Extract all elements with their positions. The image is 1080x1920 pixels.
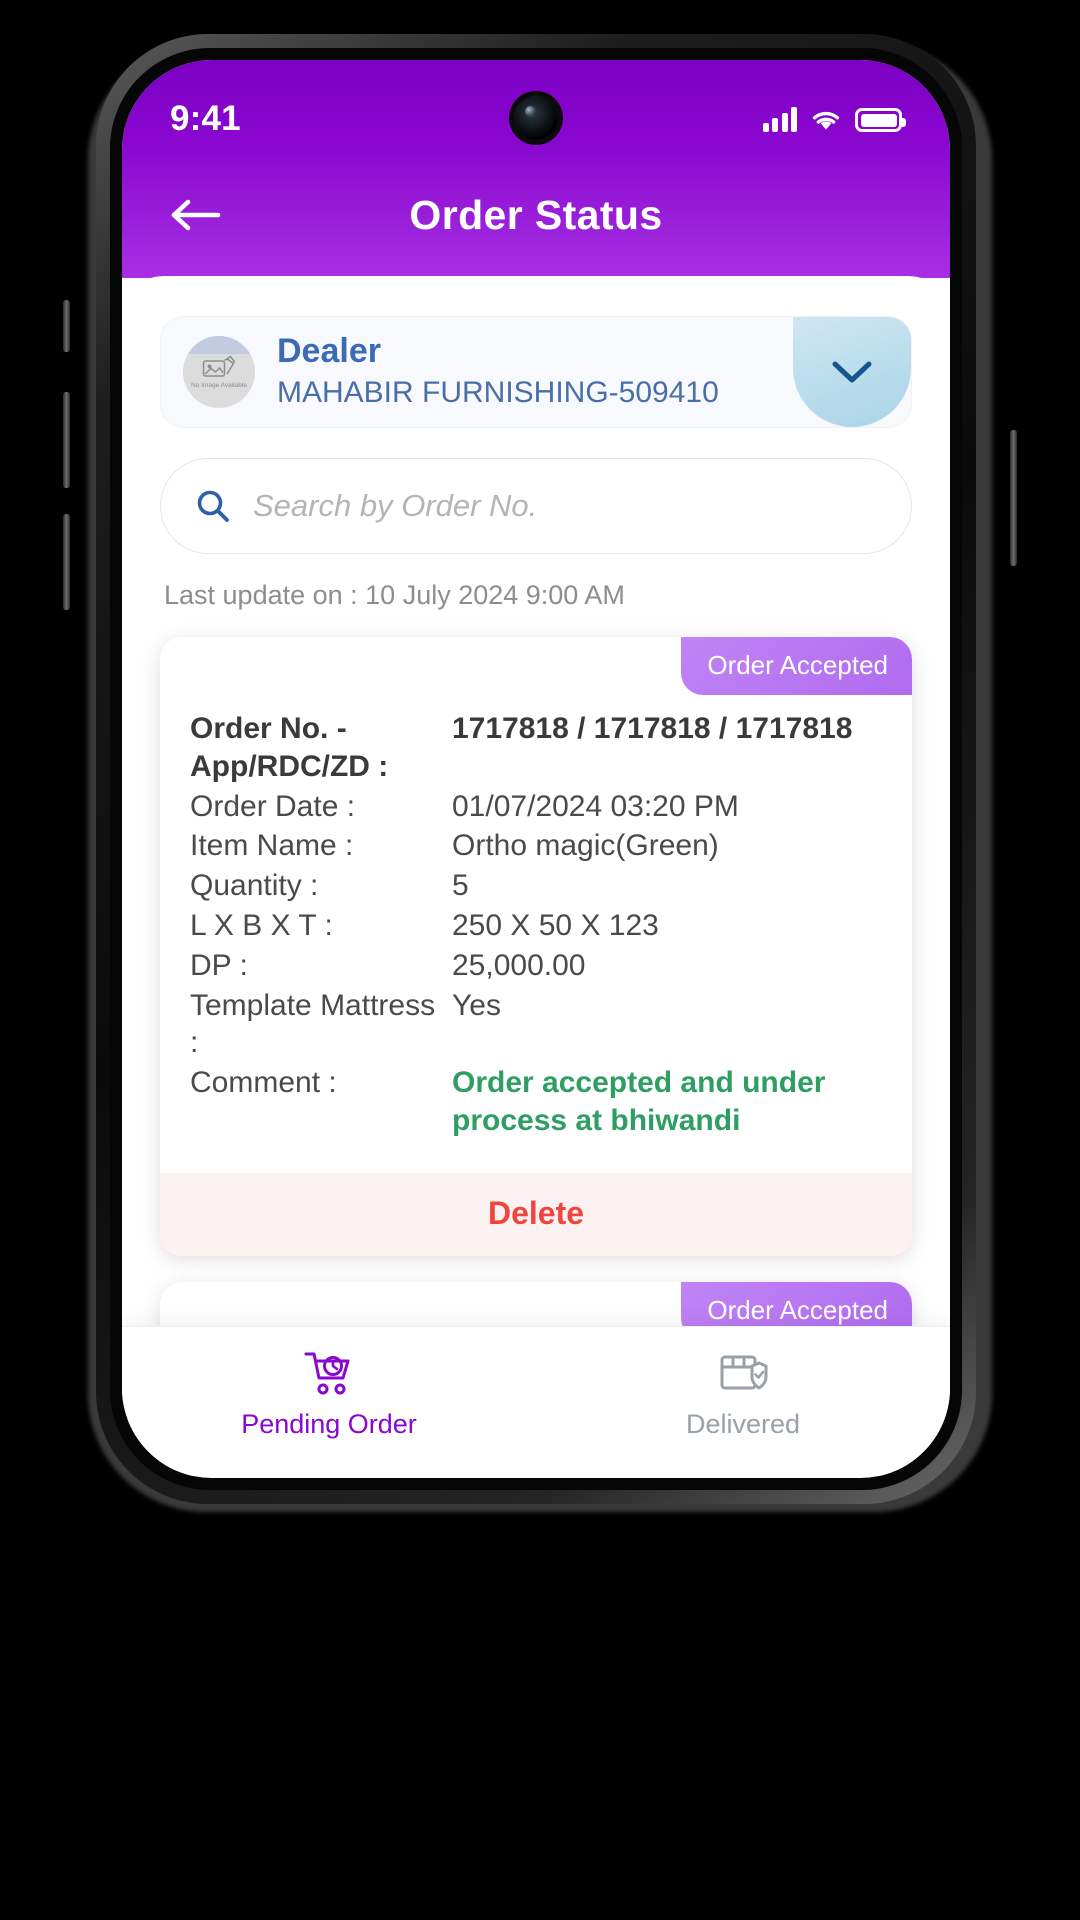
row-key: Item Name : <box>190 829 354 863</box>
table-row: DP : 25,000.00 <box>190 946 882 986</box>
scroll-content[interactable]: No Image Available Dealer MAHABIR FURNIS… <box>122 276 950 1476</box>
cellular-signal-icon <box>762 106 797 132</box>
dealer-dropdown-button[interactable] <box>793 317 911 427</box>
row-value: 1717818 / 1717818 / 1717818 <box>452 712 853 745</box>
image-placeholder-icon <box>202 355 236 377</box>
row-value: 5 <box>452 869 469 903</box>
dealer-name: MAHABIR FURNISHING-509410 <box>277 376 719 410</box>
wifi-icon <box>810 108 842 132</box>
row-value: Ortho magic(Green) <box>452 829 719 863</box>
search-input[interactable] <box>253 488 877 524</box>
page-title: Order Status <box>409 191 663 238</box>
row-key: Template Mattress : <box>190 988 436 1060</box>
status-badge: Order Accepted <box>681 637 912 695</box>
phone-bezel: 9:41 Order Status No Image Available Dea… <box>110 48 962 1490</box>
battery-full-icon <box>855 108 906 132</box>
row-value: 250 X 50 X 123 <box>452 908 659 942</box>
row-key: Quantity : <box>190 869 319 903</box>
volume-down-button[interactable] <box>63 514 70 610</box>
silent-switch-button[interactable] <box>63 300 70 352</box>
order-detail-rows: Order No. - App/RDC/ZD : 1717818 / 17178… <box>160 637 912 1159</box>
dealer-label: Dealer <box>277 331 381 370</box>
phone-frame: 9:41 Order Status No Image Available Dea… <box>96 34 976 1504</box>
avatar-caption: No Image Available <box>191 382 247 389</box>
box-check-icon <box>720 1355 768 1390</box>
nav-label: Pending Order <box>241 1409 417 1439</box>
status-bar-indicators <box>762 106 906 132</box>
last-update-text: Last update on : 10 July 2024 9:00 AM <box>164 580 625 610</box>
row-key: DP : <box>190 948 248 982</box>
dealer-text-block: Dealer MAHABIR FURNISHING-509410 <box>277 332 719 412</box>
table-row: Order Date : 01/07/2024 03:20 PM <box>190 787 882 827</box>
nav-item-delivered[interactable]: Delivered <box>536 1349 950 1440</box>
search-icon <box>197 490 229 522</box>
power-button[interactable] <box>1010 430 1017 566</box>
table-row: Quantity : 5 <box>190 866 882 906</box>
row-key: Order Date : <box>190 789 356 823</box>
volume-up-button[interactable] <box>63 392 70 488</box>
table-row: Order No. - App/RDC/ZD : 1717818 / 17178… <box>190 709 882 787</box>
table-row: L X B X T : 250 X 50 X 123 <box>190 906 882 946</box>
arrow-left-icon <box>171 199 221 231</box>
row-value: Order accepted and under process at bhiw… <box>452 1066 826 1137</box>
nav-item-pending-order[interactable]: Pending Order <box>122 1349 536 1440</box>
search-bar[interactable] <box>160 458 912 554</box>
delete-button[interactable]: Delete <box>160 1172 912 1256</box>
nav-label: Delivered <box>685 1409 801 1439</box>
status-bar: 9:41 <box>122 60 950 152</box>
title-bar: Order Status <box>122 152 950 278</box>
row-value: 25,000.00 <box>452 948 586 982</box>
table-row: Item Name : Ortho magic(Green) <box>190 826 882 866</box>
chevron-down-icon <box>832 361 872 383</box>
avatar: No Image Available <box>183 336 255 408</box>
phone-screen: 9:41 Order Status No Image Available Dea… <box>122 60 950 1478</box>
content-sheet: No Image Available Dealer MAHABIR FURNIS… <box>122 276 950 1476</box>
bottom-navigation: Pending Order Delivered <box>122 1326 950 1476</box>
dealer-selector[interactable]: No Image Available Dealer MAHABIR FURNIS… <box>160 316 912 428</box>
order-card[interactable]: Order Accepted Order No. - App/RDC/ZD : … <box>160 637 912 1256</box>
table-row: Comment : Order accepted and under proce… <box>190 1063 882 1141</box>
row-key: L X B X T : <box>190 908 333 942</box>
back-button[interactable] <box>168 191 230 239</box>
row-value: 01/07/2024 03:20 PM <box>452 789 739 823</box>
phone-mockup-stage: 9:41 Order Status No Image Available Dea… <box>0 0 1080 1920</box>
app-header: 9:41 Order Status <box>122 60 950 278</box>
row-key: Comment : <box>190 1066 337 1100</box>
front-camera-punchhole <box>514 96 558 140</box>
table-row: Template Mattress : Yes <box>190 986 882 1064</box>
status-bar-clock: 9:41 <box>170 99 241 138</box>
row-value: Yes <box>452 988 501 1022</box>
row-key: Order No. - App/RDC/ZD : <box>190 712 389 783</box>
cart-clock-icon <box>304 1352 350 1395</box>
